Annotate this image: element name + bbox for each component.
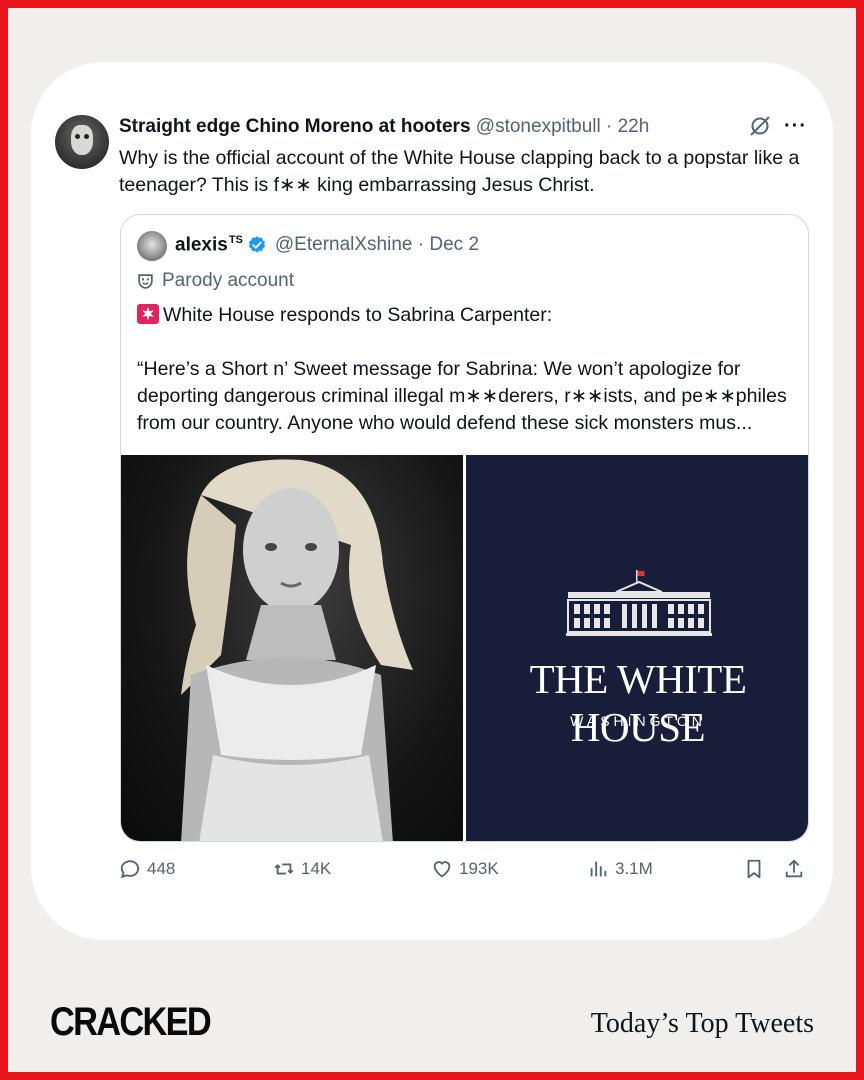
reply-count: 448 [147,859,176,878]
white-house-title: THE WHITE HOUSE [529,656,747,750]
parody-label: Parody account [137,270,294,292]
quoted-line-2: “Here’s a Short n’ Sweet message for Sab… [137,358,787,434]
quoted-avatar[interactable] [137,231,167,261]
views-icon [590,861,607,877]
quoted-display-name[interactable]: alexisTS [175,234,243,256]
sabrina-photo[interactable] [121,455,463,841]
quoted-text: White House responds to Sabrina Carpente… [137,302,797,437]
separator-dot: · [606,116,613,137]
cracked-logo: CRACKED [50,1000,212,1044]
parody-text: Parody account [162,270,295,291]
heart-icon [433,861,451,878]
reply-button[interactable]: 448 [119,858,175,880]
white-house-graphic[interactable]: THE WHITE HOUSE WASHINGTON [466,455,808,841]
quoted-header: alexisTS @EternalXshine · Dec 2 [175,234,479,256]
reply-icon [120,860,140,879]
display-name[interactable]: Straight edge Chino Moreno at hooters [119,116,471,137]
bookmark-icon [747,859,761,879]
white-house-subtitle: WASHINGTON [570,713,706,729]
tweet-header: Straight edge Chino Moreno at hooters @s… [119,116,649,138]
repost-icon [274,863,294,875]
white-house-building-icon [566,570,712,636]
grok-icon[interactable] [748,114,772,138]
share-button[interactable] [783,858,805,880]
tweet-text: Why is the official account of the White… [119,147,800,196]
quoted-tweet[interactable]: alexisTS @EternalXshine · Dec 2 Parody a… [120,214,809,842]
handle[interactable]: @stonexpitbull [476,116,601,137]
views-count: 3.1M [615,859,653,878]
tweet-time[interactable]: 22h [618,116,650,137]
repost-button[interactable]: 14K [273,858,331,880]
name-suffix: TS [228,234,243,246]
views-button[interactable]: 3.1M [587,858,653,880]
separator-dot: · [412,234,430,256]
tweet-header-icons: ··· [748,114,807,138]
like-button[interactable]: 193K [431,858,499,880]
verified-badge-icon [248,236,265,253]
bookmark-button[interactable] [743,858,765,880]
user-avatar[interactable] [55,115,109,169]
quoted-handle[interactable]: @EternalXshine [275,234,413,256]
like-count: 193K [459,859,499,878]
theater-mask-icon [138,273,153,289]
action-bar: 448 14K 193K 3.1M [119,858,809,886]
quoted-line-1: White House responds to Sabrina Carpente… [163,304,553,326]
more-icon[interactable]: ··· [784,114,807,138]
repost-count: 14K [301,859,332,878]
siren-icon [137,304,159,324]
quoted-date[interactable]: Dec 2 [429,234,479,256]
tagline: Today’s Top Tweets [590,1008,814,1039]
share-icon [785,859,803,878]
